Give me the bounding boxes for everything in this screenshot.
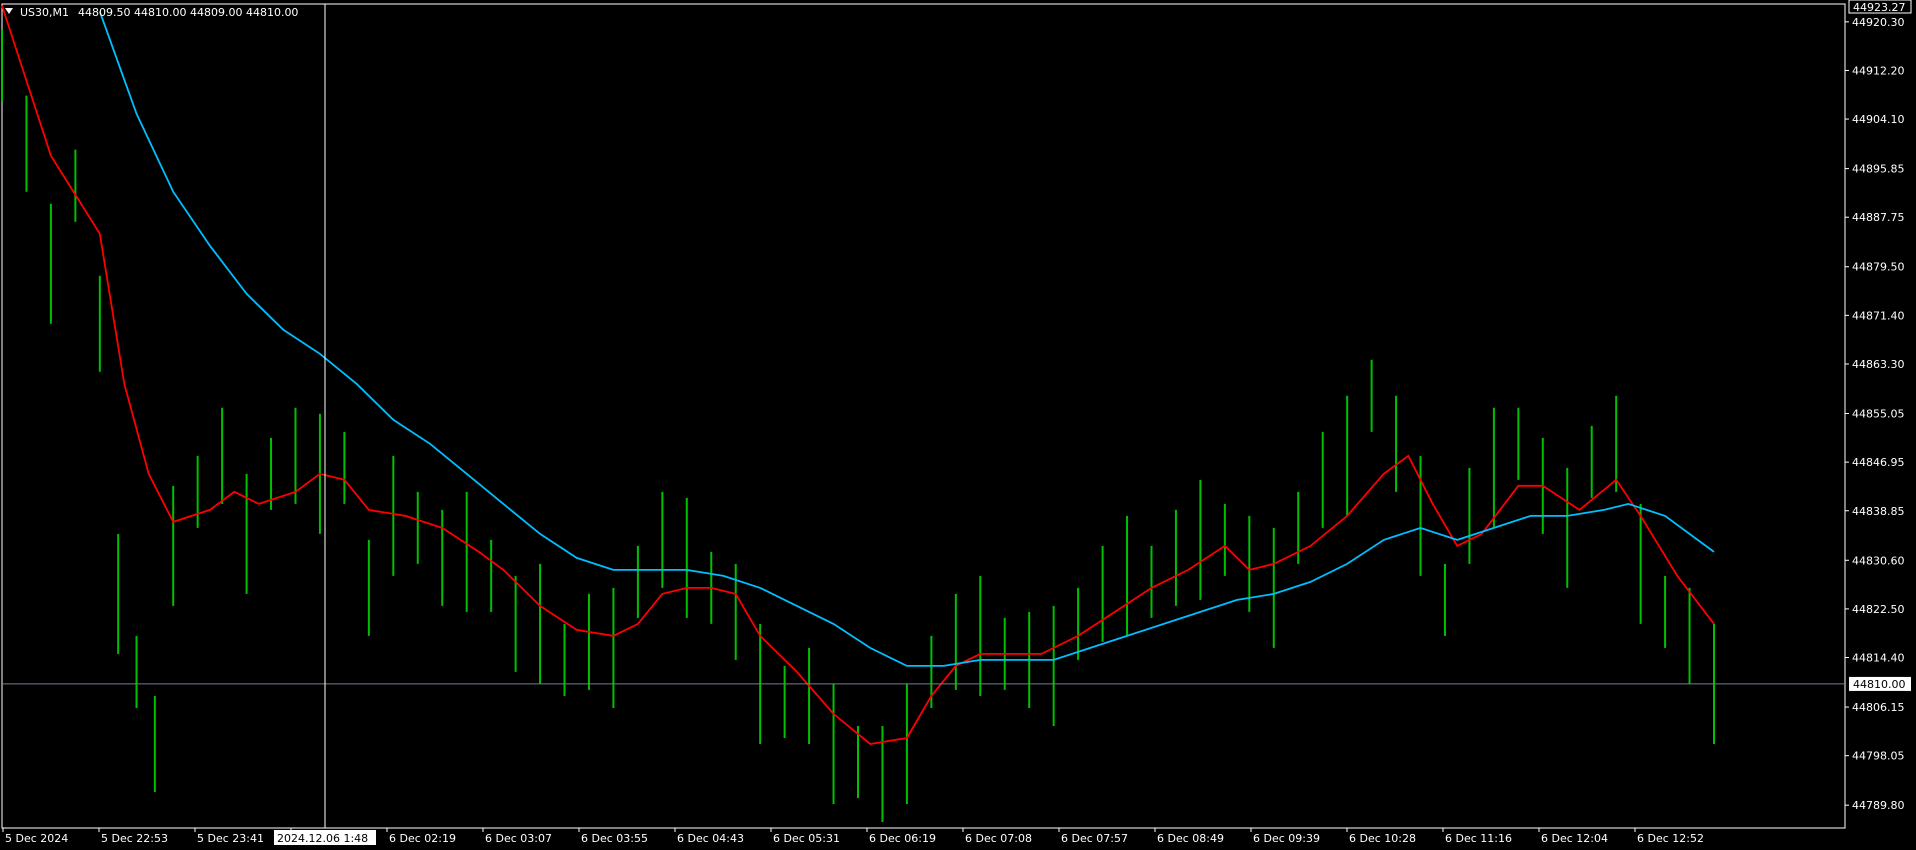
time-tick-label: 6 Dec 07:08 xyxy=(965,832,1032,845)
time-tick-label: 6 Dec 03:55 xyxy=(581,832,648,845)
price-tick-label: 44887.75 xyxy=(1852,211,1905,224)
price-tick-label: 44822.50 xyxy=(1852,603,1905,616)
chart-background xyxy=(0,0,1916,850)
ohlc-values: 44809.50 44810.00 44809.00 44810.00 xyxy=(78,6,298,19)
time-tick-label: 6 Dec 04:43 xyxy=(677,832,744,845)
price-tick-label: 44879.50 xyxy=(1852,261,1905,274)
price-tick-label: 44920.30 xyxy=(1852,16,1905,29)
time-tick-label: 5 Dec 2024 xyxy=(5,832,68,845)
price-tick-label: 44855.05 xyxy=(1852,408,1905,421)
time-tick-label: 6 Dec 09:39 xyxy=(1253,832,1320,845)
time-tick-label: 6 Dec 11:16 xyxy=(1445,832,1512,845)
crosshair-time-label: 2024.12.06 1:48 xyxy=(277,832,368,845)
chart-canvas[interactable]: 44920.30 44912.20 44904.10 44895.85 44887.75… xyxy=(0,0,1916,850)
price-tick-label: 44871.40 xyxy=(1852,309,1905,322)
time-tick-label: 5 Dec 22:53 xyxy=(101,832,168,845)
price-tick-label: 44838.85 xyxy=(1852,505,1905,518)
time-tick-label: 6 Dec 06:19 xyxy=(869,832,936,845)
time-tick-label: 5 Dec 23:41 xyxy=(197,832,264,845)
price-tick-label: 44789.80 xyxy=(1852,799,1905,812)
price-tick-label: 44814.40 xyxy=(1852,652,1905,665)
time-tick-label: 6 Dec 08:49 xyxy=(1157,832,1224,845)
price-tick-label: 44846.95 xyxy=(1852,456,1905,469)
price-tick-label: 44895.85 xyxy=(1852,163,1905,176)
time-tick-label: 6 Dec 12:04 xyxy=(1541,832,1608,845)
time-tick-label: 6 Dec 02:19 xyxy=(389,832,456,845)
chart-header: US30,M1 44809.50 44810.00 44809.00 44810… xyxy=(5,6,298,19)
symbol-timeframe: US30,M1 xyxy=(20,6,69,19)
time-tick-label: 6 Dec 03:07 xyxy=(485,832,552,845)
price-tick-label: 44912.20 xyxy=(1852,64,1905,77)
high-price-label: 44923.27 xyxy=(1853,1,1906,14)
time-tick-label: 6 Dec 05:31 xyxy=(773,832,840,845)
price-tick-label: 44863.30 xyxy=(1852,358,1905,371)
time-tick-label: 6 Dec 10:28 xyxy=(1349,832,1416,845)
price-tick-label: 44830.60 xyxy=(1852,554,1905,567)
time-tick-label: 6 Dec 07:57 xyxy=(1061,832,1128,845)
time-tick-label: 6 Dec 12:52 xyxy=(1637,832,1704,845)
price-tick-label: 44904.10 xyxy=(1852,113,1905,126)
price-tick-label: 44806.15 xyxy=(1852,701,1905,714)
price-tick-label: 44798.05 xyxy=(1852,750,1905,763)
current-price-label: 44810.00 xyxy=(1853,678,1906,691)
